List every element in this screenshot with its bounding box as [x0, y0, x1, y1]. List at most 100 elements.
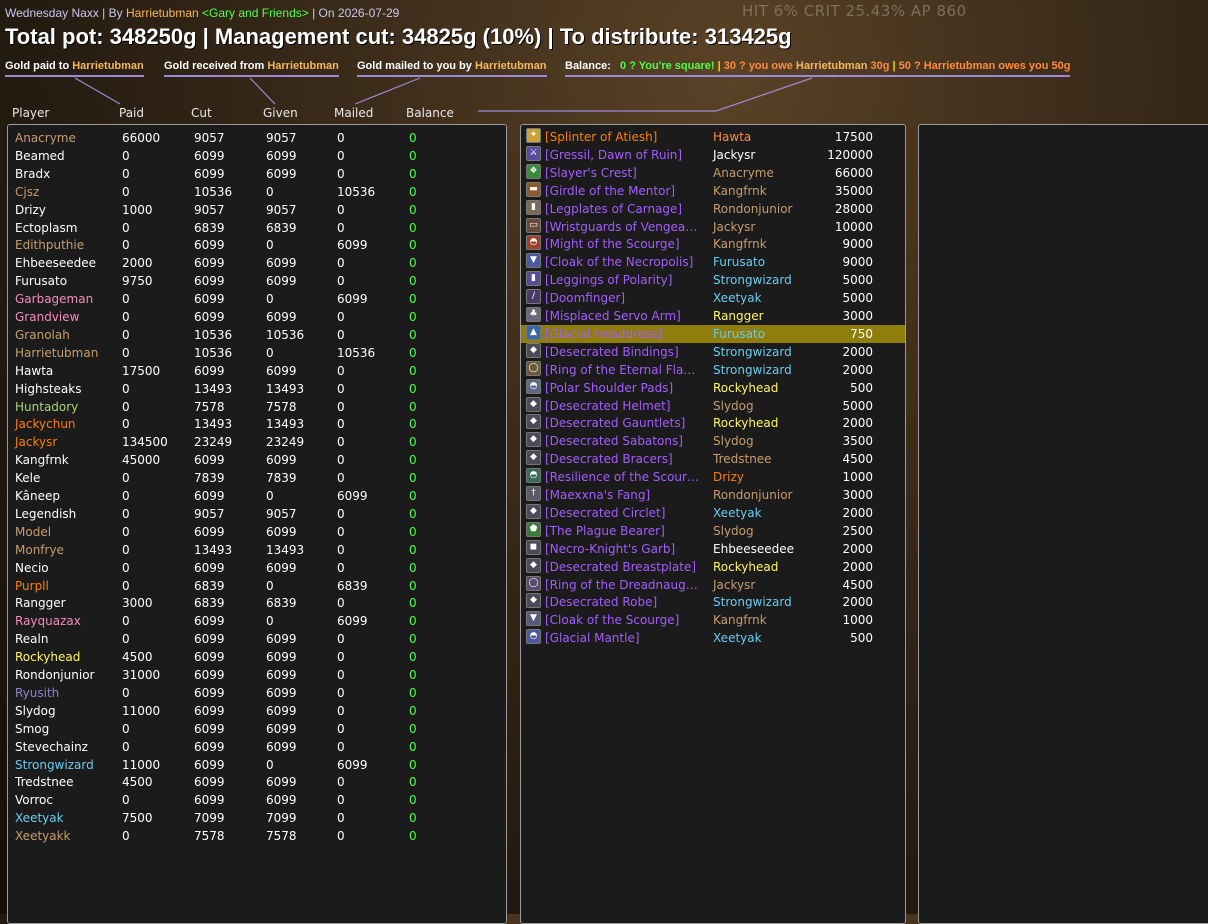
- loot-row[interactable]: / [Doomfinger] Xeetyak 5000: [521, 289, 905, 307]
- loot-item-link[interactable]: [Doomfinger]: [545, 289, 625, 307]
- player-row[interactable]: Bradx 0 6099 6099 0 0: [8, 165, 498, 183]
- loot-row[interactable]: ◆ [Desecrated Sabatons] Slydog 3500: [521, 432, 905, 450]
- loot-row[interactable]: † [Maexxna's Fang] Rondonjunior 3000: [521, 486, 905, 504]
- player-row[interactable]: Harrietubman 0 10536 0 10536 0: [8, 344, 498, 362]
- player-row[interactable]: Granolah 0 10536 10536 0 0: [8, 326, 498, 344]
- loot-item-link[interactable]: [Slayer's Crest]: [545, 164, 637, 182]
- player-row[interactable]: Realn 0 6099 6099 0 0: [8, 630, 498, 648]
- loot-row[interactable]: ◼ [Necro-Knight's Garb] Ehbeeseedee 2000: [521, 539, 905, 558]
- loot-row[interactable]: ◆ [Desecrated Bindings] Strongwizard 2000: [521, 342, 905, 361]
- player-row[interactable]: Vorroc 0 6099 6099 0 0: [8, 791, 498, 809]
- loot-item-link[interactable]: [Maexxna's Fang]: [545, 486, 650, 504]
- player-row[interactable]: Beamed 0 6099 6099 0 0: [8, 147, 498, 165]
- player-row[interactable]: Highsteaks 0 13493 13493 0 0: [8, 380, 498, 398]
- loot-row[interactable]: ❖ [Slayer's Crest] Anacryme 66000: [521, 163, 905, 182]
- loot-row[interactable]: ◯ [Ring of the Eternal Fla… Strongwizard 20…: [521, 360, 905, 379]
- player-row[interactable]: Monfrye 0 13493 13493 0 0: [8, 541, 498, 559]
- loot-row[interactable]: ◯ [Ring of the Dreadnaug… Jackysr 4500: [521, 575, 905, 594]
- loot-panel[interactable]: ✦ [Splinter of Atiesh] Hawta 17500 ⚔ [Gressil…: [520, 124, 906, 924]
- player-row[interactable]: Ryusith 0 6099 6099 0 0: [8, 684, 498, 702]
- loot-row[interactable]: ◆ [Desecrated Gauntlets] Rockyhead 2000: [521, 414, 905, 432]
- player-row[interactable]: Garbageman 0 6099 0 6099 0: [8, 290, 498, 308]
- loot-row[interactable]: ✦ [Splinter of Atiesh] Hawta 17500: [521, 128, 905, 146]
- loot-item-link[interactable]: [Desecrated Helmet]: [545, 397, 671, 415]
- loot-item-link[interactable]: [Polar Shoulder Pads]: [545, 379, 673, 397]
- loot-item-link[interactable]: [Desecrated Sabatons]: [545, 432, 683, 450]
- player-row[interactable]: Rondonjunior 31000 6099 6099 0 0: [8, 666, 498, 684]
- loot-row[interactable]: ◆ [Desecrated Circlet] Xeetyak 2000: [521, 503, 905, 522]
- loot-item-link[interactable]: [The Plague Bearer]: [545, 522, 665, 540]
- loot-row[interactable]: ▼ [Cloak of the Scourge] Kangfrnk 1000: [521, 611, 905, 629]
- player-row[interactable]: Purpll 0 6839 0 6839 0: [8, 577, 498, 595]
- loot-row[interactable]: ◓ [Glacial Mantle] Xeetyak 500: [521, 629, 905, 647]
- loot-row[interactable]: ♣ [Misplaced Servo Arm] Rangger 3000: [521, 307, 905, 325]
- loot-item-link[interactable]: [Desecrated Robe]: [545, 593, 657, 611]
- player-row[interactable]: Stevechainz 0 6099 6099 0 0: [8, 738, 498, 756]
- loot-item-link[interactable]: [Desecrated Bindings]: [545, 343, 679, 361]
- players-panel[interactable]: Anacryme 66000 9057 9057 0 0 Beamed 0 6099 6099 0 0…: [7, 124, 507, 924]
- loot-item-link[interactable]: [Might of the Scourge]: [545, 235, 680, 253]
- player-row[interactable]: Ectoplasm 0 6839 6839 0 0: [8, 219, 498, 237]
- player-row[interactable]: Rayquazax 0 6099 0 6099 0: [8, 612, 498, 630]
- loot-item-link[interactable]: [Girdle of the Mentor]: [545, 182, 675, 200]
- loot-item-link[interactable]: [Necro-Knight's Garb]: [545, 540, 675, 558]
- player-row[interactable]: Smog 0 6099 6099 0 0: [8, 720, 498, 738]
- player-row[interactable]: Legendish 0 9057 9057 0 0: [8, 505, 498, 523]
- loot-row[interactable]: ▮ [Leggings of Polarity] Strongwizard 5000: [521, 271, 905, 289]
- player-row[interactable]: Jackysr 134500 23249 23249 0 0: [8, 433, 498, 451]
- loot-item-link[interactable]: [Leggings of Polarity]: [545, 271, 672, 289]
- player-row[interactable]: Necio 0 6099 6099 0 0: [8, 559, 498, 577]
- player-row[interactable]: Xeetyakk 0 7578 7578 0 0: [8, 827, 498, 845]
- player-row[interactable]: Grandview 0 6099 6099 0 0: [8, 308, 498, 326]
- loot-row[interactable]: ◆ [Desecrated Robe] Strongwizard 2000: [521, 593, 905, 611]
- player-row[interactable]: Jackychun 0 13493 13493 0 0: [8, 415, 498, 433]
- loot-item-link[interactable]: [Legplates of Carnage]: [545, 200, 682, 218]
- player-row[interactable]: Rockyhead 4500 6099 6099 0 0: [8, 648, 498, 666]
- loot-item-link[interactable]: [Misplaced Servo Arm]: [545, 307, 681, 325]
- loot-item-link[interactable]: [Resilience of the Scour…: [545, 468, 699, 486]
- player-row[interactable]: Edithputhie 0 6099 0 6099 0: [8, 236, 498, 254]
- loot-row[interactable]: ▮ [Legplates of Carnage] Rondonjunior 28000: [521, 199, 905, 218]
- loot-row[interactable]: ◓ [Might of the Scourge] Kangfrnk 9000: [521, 235, 905, 253]
- loot-row[interactable]: ▭ [Wristguards of Vengea… Jackysr 10000: [521, 217, 905, 236]
- loot-row[interactable]: ▼ [Cloak of the Necropolis] Furusato 9000: [521, 253, 905, 271]
- player-row[interactable]: Drizy 1000 9057 9057 0 0: [8, 201, 498, 219]
- loot-row[interactable]: ◓ [Resilience of the Scour… Drizy 1000: [521, 468, 905, 486]
- loot-item-link[interactable]: [Gressil, Dawn of Ruin]: [545, 146, 682, 164]
- loot-item-link[interactable]: [Ring of the Dreadnaug…: [545, 576, 698, 594]
- player-row[interactable]: Kangfrnk 45000 6099 6099 0 0: [8, 451, 498, 469]
- loot-row[interactable]: ◆ [Desecrated Breastplate] Rockyhead 2000: [521, 557, 905, 576]
- loot-row[interactable]: ⚔ [Gressil, Dawn of Ruin] Jackysr 120000: [521, 145, 905, 164]
- loot-item-link[interactable]: [Desecrated Breastplate]: [545, 558, 696, 576]
- player-row[interactable]: Xeetyak 7500 7099 7099 0 0: [8, 809, 498, 827]
- player-row[interactable]: Hawta 17500 6099 6099 0 0: [8, 362, 498, 380]
- loot-item-link[interactable]: [Desecrated Gauntlets]: [545, 414, 685, 432]
- loot-item-link[interactable]: [Desecrated Circlet]: [545, 504, 665, 522]
- player-row[interactable]: Strongwizard 11000 6099 0 6099 0: [8, 756, 498, 774]
- player-row[interactable]: Anacryme 66000 9057 9057 0 0: [8, 129, 498, 147]
- player-row[interactable]: Kâneep 0 6099 0 6099 0: [8, 487, 498, 505]
- loot-item-link[interactable]: [Desecrated Bracers]: [545, 450, 673, 468]
- player-row[interactable]: Rangger 3000 6839 6839 0 0: [8, 594, 498, 612]
- loot-row[interactable]: ⬟ [The Plague Bearer] Slydog 2500: [521, 521, 905, 540]
- loot-row[interactable]: ▲ [Glacial Headdress] Furusato 750: [521, 324, 905, 343]
- player-row[interactable]: Model 0 6099 6099 0 0: [8, 523, 498, 541]
- player-row[interactable]: Cjsz 0 10536 0 10536 0: [8, 183, 498, 201]
- loot-item-link[interactable]: [Splinter of Atiesh]: [545, 128, 657, 146]
- loot-row[interactable]: ▬ [Girdle of the Mentor] Kangfrnk 35000: [521, 181, 905, 200]
- player-row[interactable]: Slydog 11000 6099 6099 0 0: [8, 702, 498, 720]
- loot-row[interactable]: ◆ [Desecrated Bracers] Tredstnee 4500: [521, 450, 905, 468]
- loot-item-link[interactable]: [Cloak of the Necropolis]: [545, 253, 693, 271]
- loot-row[interactable]: ◓ [Polar Shoulder Pads] Rockyhead 500: [521, 378, 905, 397]
- loot-item-link[interactable]: [Wristguards of Vengea…: [545, 218, 697, 236]
- player-row[interactable]: Kele 0 7839 7839 0 0: [8, 469, 498, 487]
- loot-item-link[interactable]: [Glacial Headdress]: [545, 325, 662, 343]
- player-row[interactable]: Huntadory 0 7578 7578 0 0: [8, 398, 498, 416]
- loot-item-link[interactable]: [Ring of the Eternal Fla…: [545, 361, 695, 379]
- loot-row[interactable]: ◆ [Desecrated Helmet] Slydog 5000: [521, 396, 905, 415]
- player-row[interactable]: Ehbeeseedee 2000 6099 6099 0 0: [8, 254, 498, 272]
- player-row[interactable]: Tredstnee 4500 6099 6099 0 0: [8, 773, 498, 791]
- player-row[interactable]: Furusato 9750 6099 6099 0 0: [8, 272, 498, 290]
- loot-item-link[interactable]: [Glacial Mantle]: [545, 629, 640, 647]
- loot-item-link[interactable]: [Cloak of the Scourge]: [545, 611, 679, 629]
